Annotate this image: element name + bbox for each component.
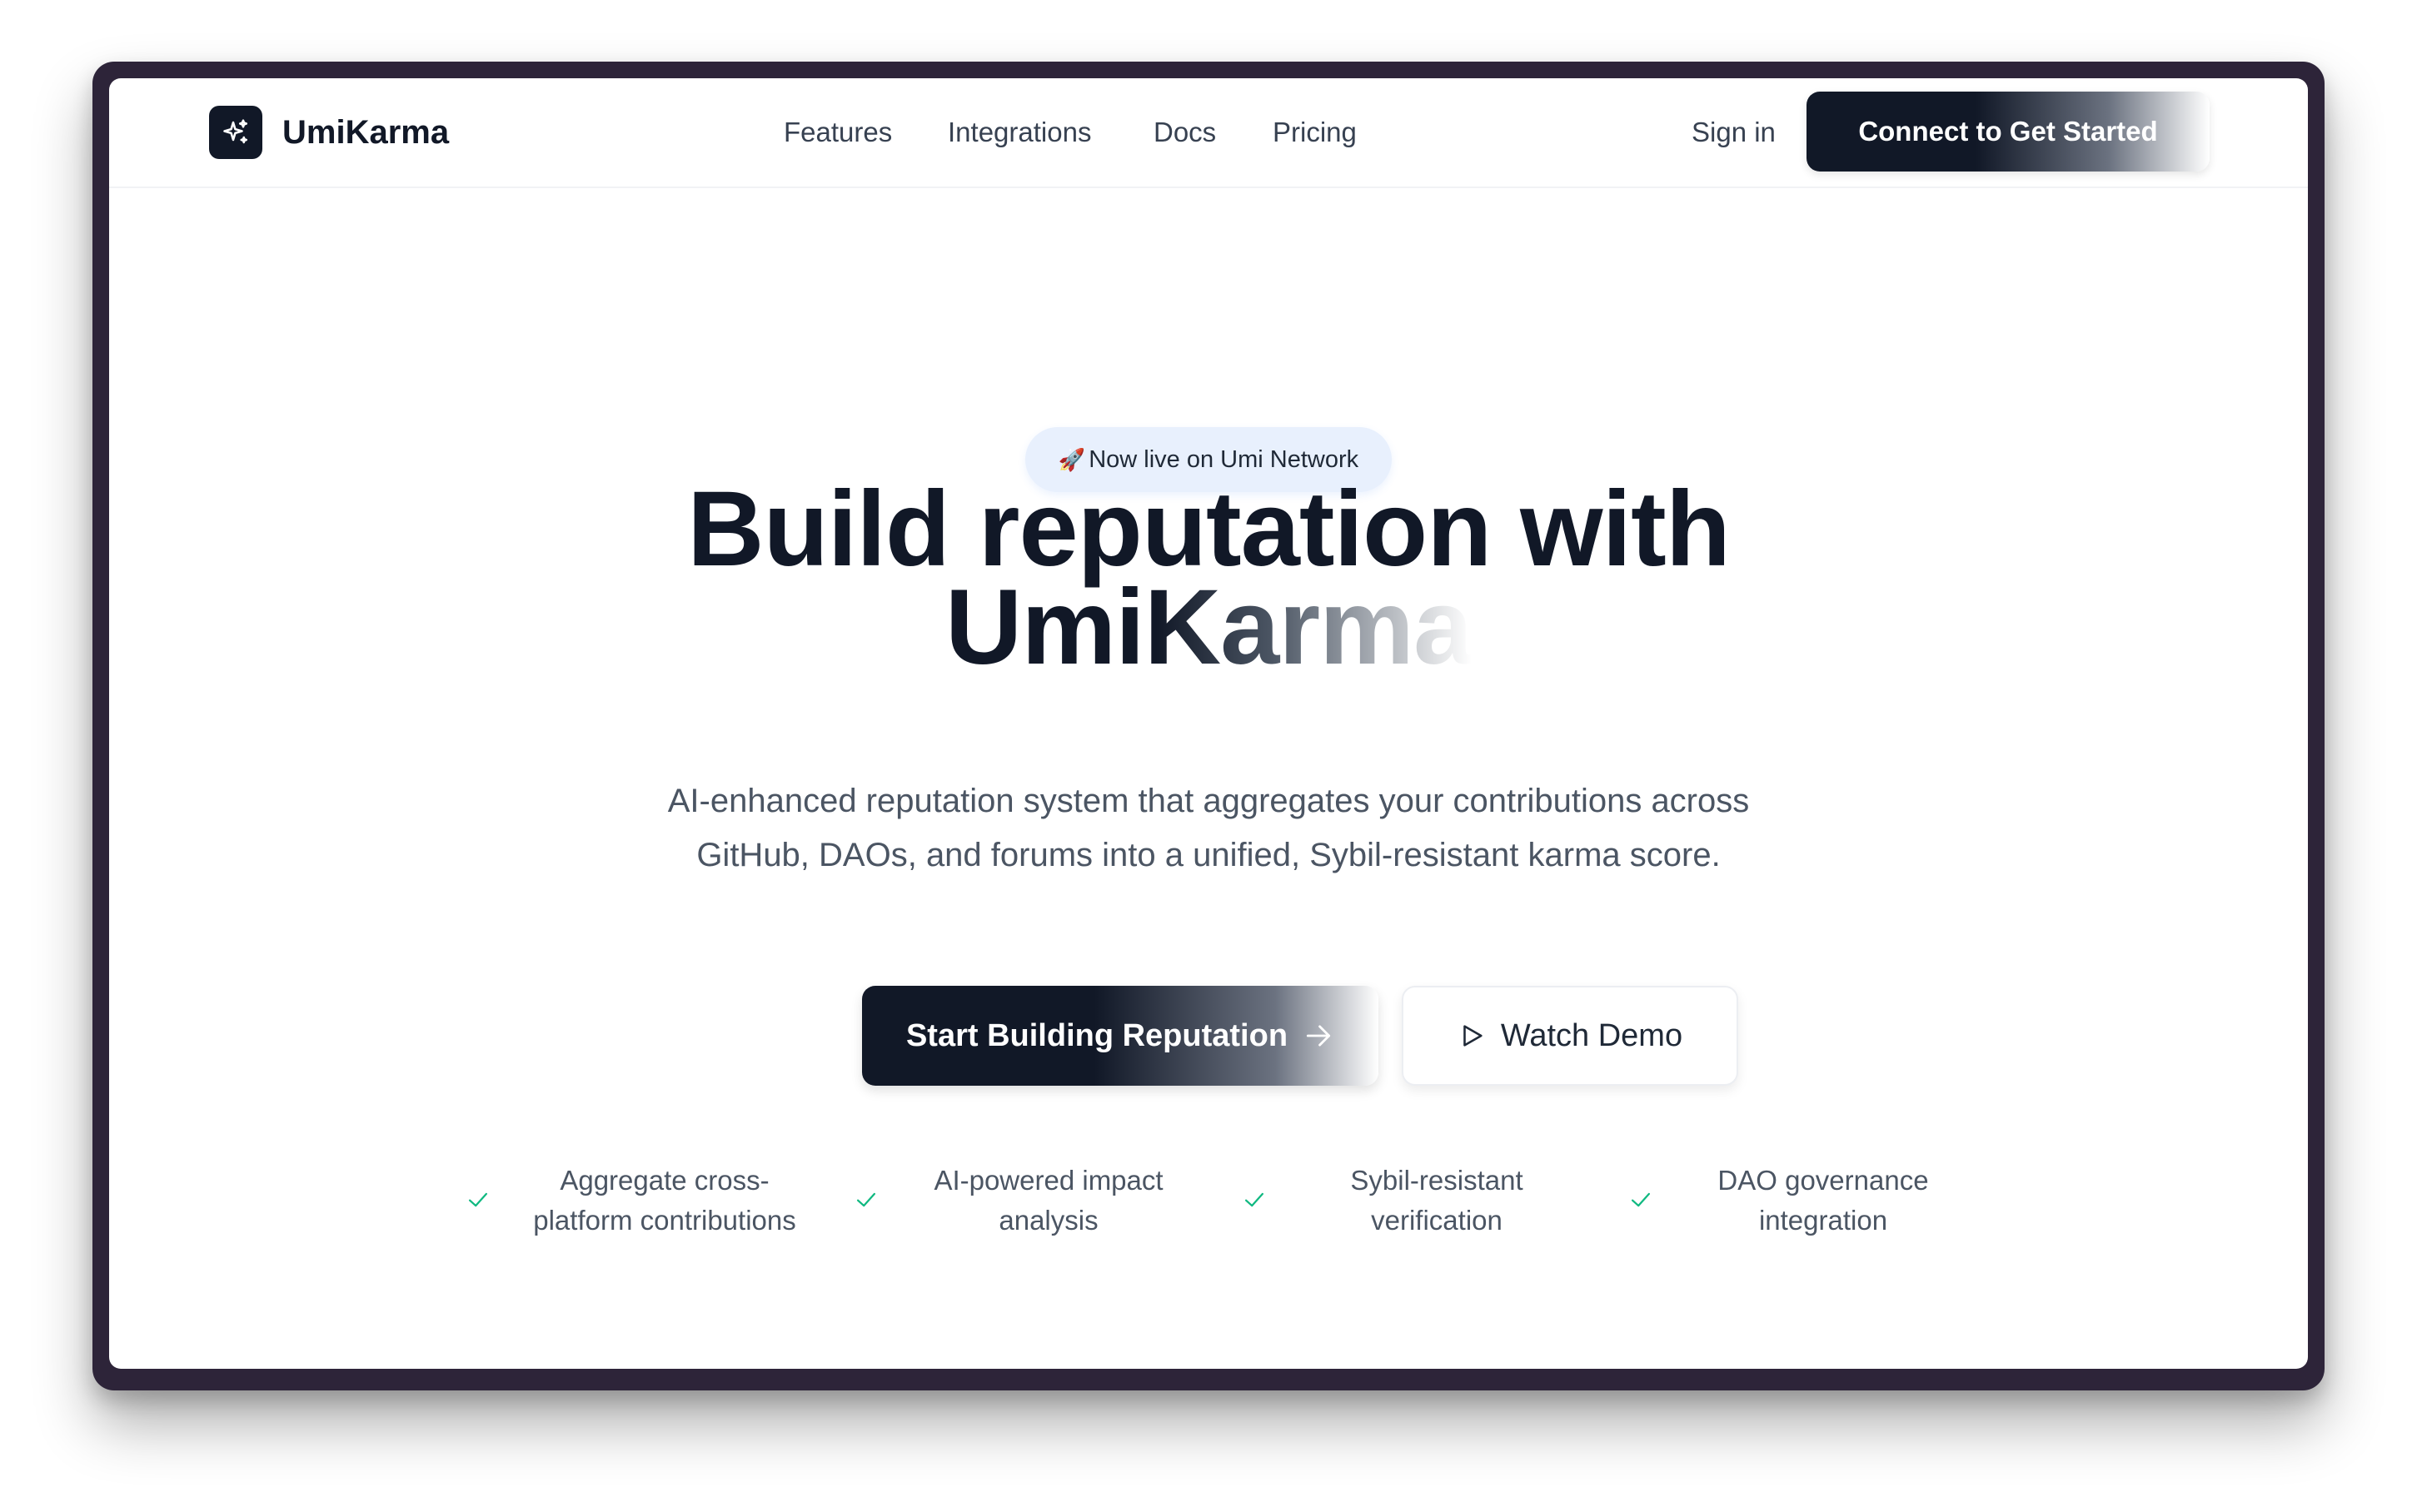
feature-item: DAO governance integration	[1627, 1161, 1976, 1252]
check-icon	[856, 1192, 876, 1207]
feature-text: Aggregate cross- platform contributions	[502, 1161, 827, 1241]
connect-button[interactable]: Connect to Get Started	[1807, 92, 2210, 172]
check-icon	[1244, 1192, 1264, 1207]
feature-line: analysis	[999, 1205, 1099, 1236]
feature-line: DAO governance	[1717, 1165, 1929, 1196]
nav-link-docs[interactable]: Docs	[1154, 110, 1216, 155]
feature-text: AI-powered impact analysis	[890, 1161, 1207, 1241]
feature-line: platform contributions	[533, 1205, 796, 1236]
nav-link-pricing[interactable]: Pricing	[1273, 110, 1357, 155]
check-icon	[468, 1192, 488, 1207]
feature-line: AI-powered impact	[934, 1165, 1164, 1196]
feature-line: Sybil-resistant	[1350, 1165, 1523, 1196]
watch-demo-button[interactable]: Watch Demo	[1402, 986, 1738, 1086]
start-building-label: Start Building Reputation	[905, 1017, 1288, 1053]
hero-headline: Build reputation with UmiKarma	[109, 470, 2308, 681]
feature-text: Sybil-resistant verification	[1278, 1161, 1595, 1241]
feature-line: Aggregate cross-	[560, 1165, 770, 1196]
headline-brand-word: UmiKarma	[944, 568, 1473, 687]
watch-demo-label: Watch Demo	[1500, 1017, 1683, 1053]
device-frame: UmiKarma Features Integrations Docs Pric…	[92, 62, 2325, 1390]
start-building-button[interactable]: Start Building Reputation	[862, 986, 1378, 1086]
feature-line: integration	[1758, 1205, 1888, 1236]
check-icon	[1631, 1192, 1651, 1207]
feature-line: verification	[1371, 1205, 1503, 1236]
browser-screen: UmiKarma Features Integrations Docs Pric…	[109, 78, 2308, 1369]
top-navbar: UmiKarma Features Integrations Docs Pric…	[109, 78, 2308, 188]
rocket-icon: 🚀	[1058, 446, 1086, 472]
feature-item: Sybil-resistant verification	[1240, 1161, 1590, 1252]
feature-text: DAO governance integration	[1665, 1161, 1981, 1241]
feature-item: Aggregate cross- platform contributions	[464, 1161, 830, 1252]
nav-link-integrations[interactable]: Integrations	[948, 110, 1091, 155]
arrow-right-icon	[1306, 1025, 1331, 1047]
feature-item: AI-powered impact analysis	[852, 1161, 1202, 1252]
play-icon	[1463, 1025, 1483, 1047]
hero-subtitle: AI-enhanced reputation system that aggre…	[667, 783, 1750, 873]
headline-line-1: Build reputation with	[687, 470, 1731, 589]
sign-in-link[interactable]: Sign in	[1692, 110, 1776, 155]
nav-link-features[interactable]: Features	[784, 110, 892, 155]
